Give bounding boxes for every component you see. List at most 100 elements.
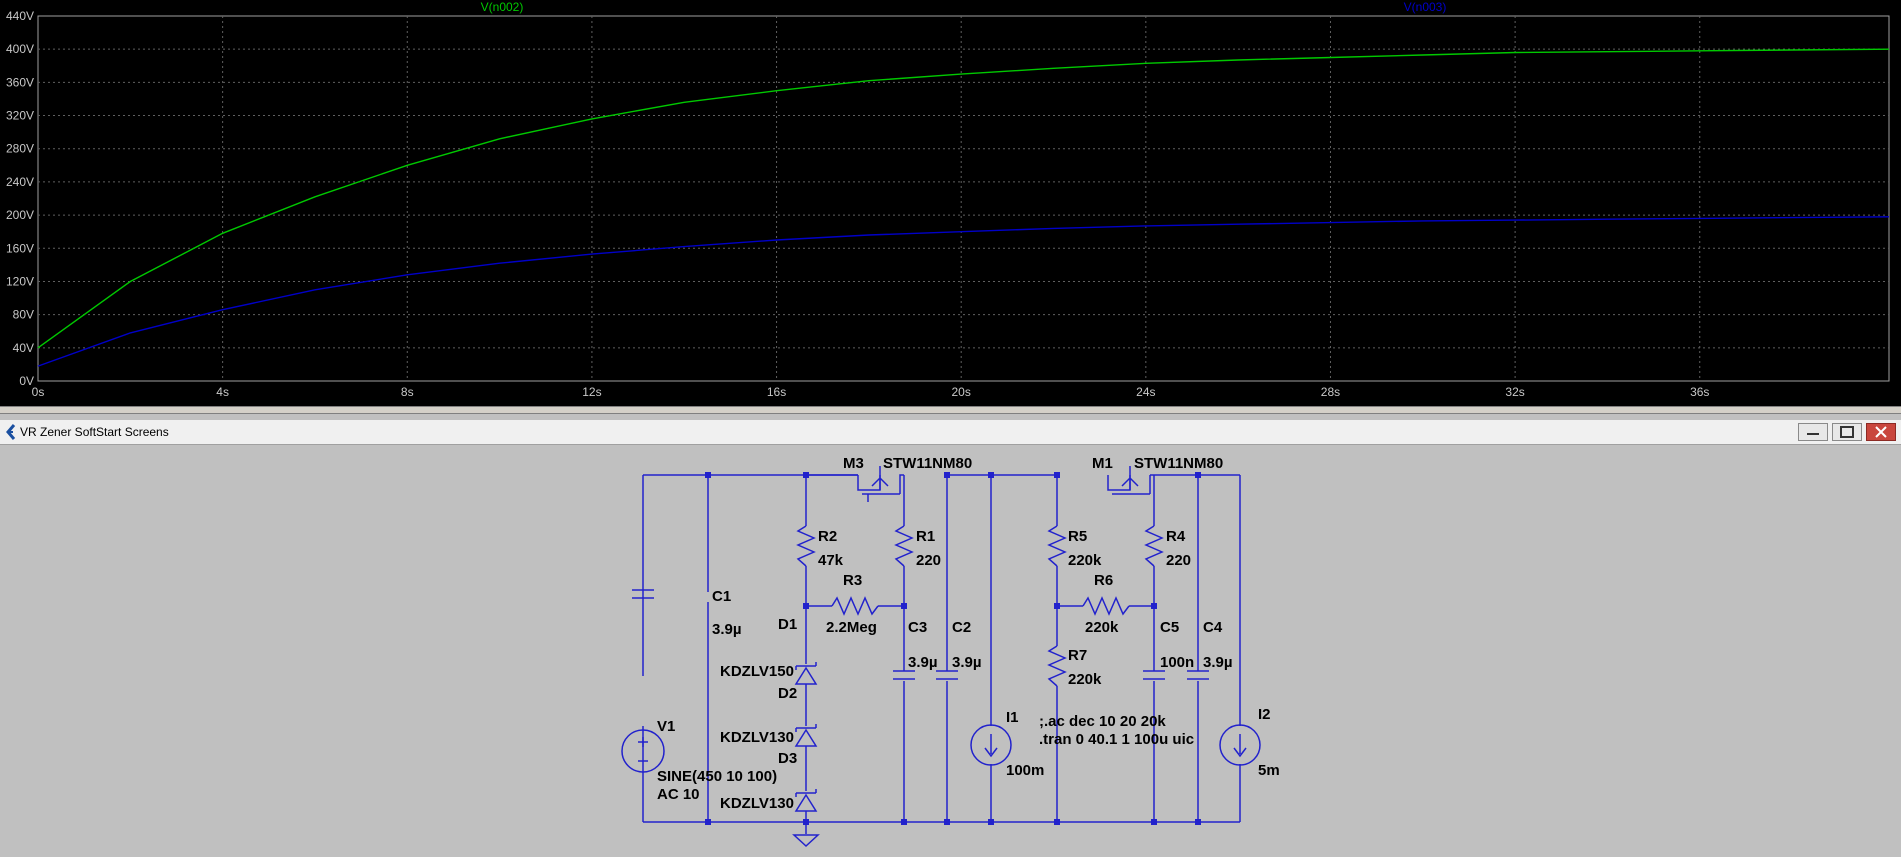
resistor-r2 [796,525,816,567]
y-tick-label: 160V [6,241,34,255]
label-r4[interactable]: R4 [1166,528,1186,545]
resistor-r7 [1047,645,1067,687]
label-r1-value[interactable]: 220 [916,552,941,569]
label-r3[interactable]: R3 [843,572,862,589]
label-r5-value[interactable]: 220k [1068,552,1102,569]
schematic-window-titlebar[interactable]: VR Zener SoftStart Screens [0,420,1901,445]
label-r6[interactable]: R6 [1094,572,1113,589]
label-i1[interactable]: I1 [1006,709,1019,726]
label-c5-value[interactable]: 100n [1160,654,1194,671]
resistor-r1 [894,525,914,567]
plot-traces [37,48,1890,367]
label-r1[interactable]: R1 [916,528,935,545]
trace-label-vn002[interactable]: V(n002) [481,0,524,14]
ltspice-app-icon [6,424,16,440]
waveform-plot-pane[interactable]: 0V 40V 80V 120V 160V 200V 240V 280V 320V 360V 400V… [0,0,1901,406]
close-button[interactable] [1866,423,1896,441]
label-c1-value[interactable]: 3.9µ [712,621,742,638]
spice-directive-tran[interactable]: .tran 0 40.1 1 100u uic [1039,731,1194,748]
x-tick-label: 32s [1505,385,1524,399]
y-tick-label: 80V [13,308,34,322]
capacitor-c2 [936,670,958,680]
label-r7-value[interactable]: 220k [1068,671,1102,688]
plot-frame [37,15,1890,382]
label-c4-value[interactable]: 3.9µ [1203,654,1233,671]
y-axis-ticks: 0V40V80V120V160V200V240V280V320V360V400V… [6,9,34,388]
capacitor-c4 [1187,670,1209,680]
label-r5[interactable]: R5 [1068,528,1087,545]
label-v1-ac[interactable]: AC 10 [657,786,700,803]
label-i1-value[interactable]: 100m [1006,762,1044,779]
label-r6-value[interactable]: 220k [1085,619,1119,636]
schematic-drawing[interactable]: M3 STW11NM80 M1 STW11NM80 R2 47k R1 220 … [0,446,1901,852]
trace-line-vn002[interactable] [37,48,1890,349]
close-icon [1875,426,1887,438]
resistor-r4 [1144,525,1164,567]
y-tick-label: 320V [6,109,34,123]
x-tick-label: 20s [952,385,971,399]
label-c2[interactable]: C2 [952,619,971,636]
zener-d1 [794,662,818,685]
resistor-r6 [1082,596,1130,616]
ground-icon [792,834,820,848]
label-m3[interactable]: M3 [843,455,864,472]
y-tick-label: 360V [6,75,34,89]
label-d2[interactable]: D2 [778,685,797,702]
y-tick-label: 40V [13,341,34,355]
label-m3-part[interactable]: STW11NM80 [883,455,972,472]
trace-line-vn003[interactable] [37,216,1890,367]
resistor-r5 [1047,525,1067,567]
spice-directive-ac[interactable]: ;.ac dec 10 20 20k [1039,713,1166,730]
label-c3[interactable]: C3 [908,619,927,636]
label-c3-value[interactable]: 3.9µ [908,654,938,671]
label-v1-value[interactable]: SINE(450 10 100) [657,768,777,785]
waveform-plot[interactable]: 0V40V80V120V160V200V240V280V320V360V400V… [0,0,1901,406]
window-title: VR Zener SoftStart Screens [20,425,169,439]
current-source-i1 [970,724,1012,766]
y-tick-label: 120V [6,274,34,288]
y-tick-label: 400V [6,42,34,56]
component-labels: M3 STW11NM80 M1 STW11NM80 R2 47k R1 220 … [657,455,1280,812]
label-m1-part[interactable]: STW11NM80 [1134,455,1223,472]
x-tick-label: 16s [767,385,786,399]
x-tick-label: 36s [1690,385,1709,399]
plot-grid [37,15,1890,382]
pane-splitter[interactable] [0,406,1901,414]
label-d1-part[interactable]: KDZLV150 [720,663,794,680]
label-r2-value[interactable]: 47k [818,552,844,569]
x-tick-label: 24s [1136,385,1155,399]
label-d1[interactable]: D1 [778,616,797,633]
resistor-r3 [831,596,879,616]
label-r4-value[interactable]: 220 [1166,552,1191,569]
y-tick-label: 440V [6,9,34,23]
capacitor-c5 [1143,670,1165,680]
label-i2[interactable]: I2 [1258,706,1271,723]
x-tick-label: 12s [582,385,601,399]
label-r7[interactable]: R7 [1068,647,1087,664]
label-m1[interactable]: M1 [1092,455,1113,472]
label-c1[interactable]: C1 [712,588,731,605]
minimize-button[interactable] [1798,423,1828,441]
x-axis-ticks: 0s 4s 8s 12s 16s 20s 24s 28s 32s 36s [32,385,1710,399]
label-r2[interactable]: R2 [818,528,837,545]
label-d2-part[interactable]: KDZLV130 [720,729,794,746]
zener-d3 [794,789,818,812]
maximize-button[interactable] [1832,423,1862,441]
x-tick-label: 4s [216,385,229,399]
x-tick-label: 0s [32,385,45,399]
current-source-i2 [1219,724,1261,766]
label-c2-value[interactable]: 3.9µ [952,654,982,671]
capacitor-c3 [893,670,915,680]
label-i2-value[interactable]: 5m [1258,762,1280,779]
zener-d2 [794,724,818,747]
trace-label-vn003[interactable]: V(n003) [1404,0,1447,14]
label-c4[interactable]: C4 [1203,619,1223,636]
label-r3-value[interactable]: 2.2Meg [826,619,877,636]
label-d3-part[interactable]: KDZLV130 [720,795,794,812]
minimize-icon [1807,433,1819,435]
label-d3[interactable]: D3 [778,750,797,767]
x-tick-label: 8s [401,385,414,399]
label-c5[interactable]: C5 [1160,619,1179,636]
schematic-canvas[interactable]: M3 STW11NM80 M1 STW11NM80 R2 47k R1 220 … [0,446,1901,852]
label-v1[interactable]: V1 [657,718,675,735]
